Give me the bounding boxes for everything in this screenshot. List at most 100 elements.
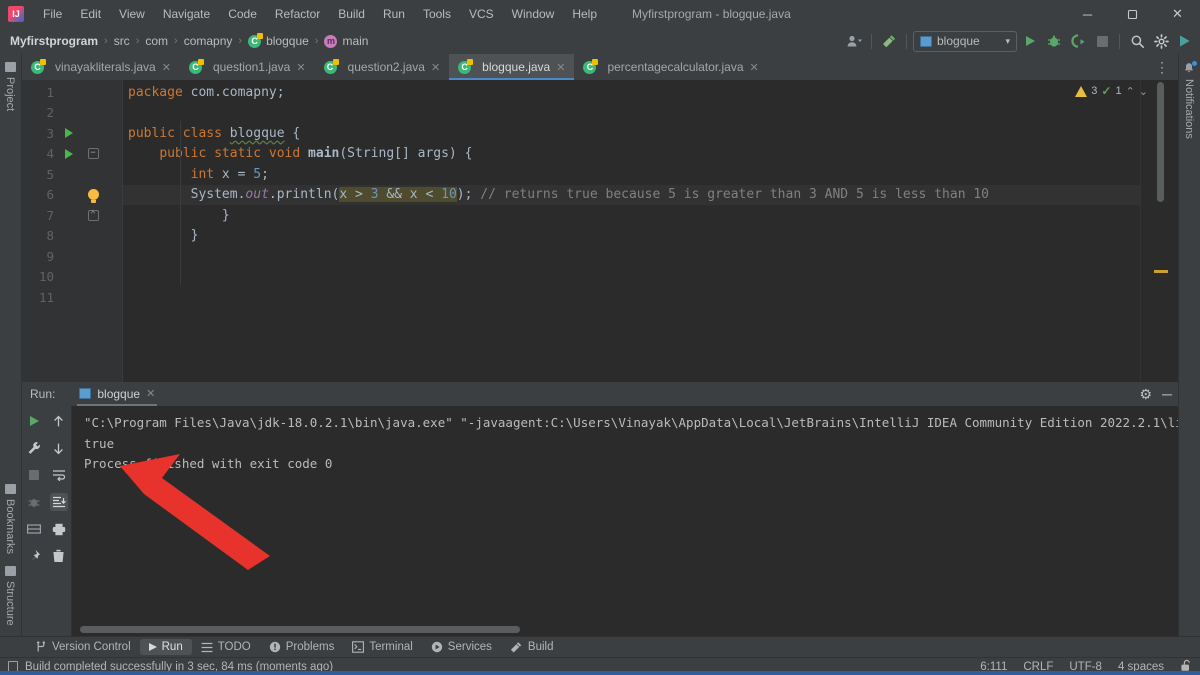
pin-tab-button[interactable]: [25, 547, 43, 565]
run-configuration-selector[interactable]: blogque ▾: [913, 30, 1017, 52]
layout-settings-button[interactable]: [25, 520, 43, 538]
menu-item-vcs[interactable]: VCS: [460, 3, 503, 25]
sidebar-item-structure[interactable]: Structure: [0, 560, 20, 632]
editor-vertical-scrollbar[interactable]: [1157, 82, 1164, 202]
tab-close-icon[interactable]: ✕: [750, 61, 759, 74]
fold-expand-button[interactable]: ⌃: [80, 209, 106, 221]
code-line-6: System. out .println(x > 3 && x < 10); // …: [122, 184, 1140, 205]
breadcrumb-src[interactable]: src: [114, 34, 130, 48]
next-occurrence-button[interactable]: [50, 439, 68, 457]
breadcrumb-method[interactable]: m main: [324, 34, 368, 48]
close-button[interactable]: ✕: [1155, 0, 1200, 28]
user-account-button[interactable]: [843, 30, 865, 52]
print-button[interactable]: [50, 520, 68, 538]
sidebar-item-project[interactable]: Project: [0, 56, 20, 117]
bottom-item-version-control[interactable]: Version Control: [26, 639, 140, 655]
token-keyword: public: [159, 146, 207, 162]
stop-process-button[interactable]: [25, 466, 43, 484]
run-tab-blogque[interactable]: blogque ✕: [73, 385, 161, 406]
breadcrumb-project[interactable]: Myfirstprogram: [10, 34, 98, 48]
menu-item-tools[interactable]: Tools: [414, 3, 460, 25]
maximize-button[interactable]: [1110, 0, 1155, 28]
bottom-item-build[interactable]: Build: [501, 639, 563, 656]
menu-item-help[interactable]: Help: [563, 3, 606, 25]
tab-close-icon[interactable]: ✕: [431, 61, 440, 74]
tab-close-icon[interactable]: ✕: [162, 61, 171, 74]
menu-item-run[interactable]: Run: [374, 3, 414, 25]
fold-collapse-button[interactable]: −: [80, 148, 106, 160]
run-minimize-button[interactable]: ─: [1162, 386, 1172, 402]
ide-updates-button[interactable]: [1174, 30, 1196, 52]
run-actions-left: [22, 406, 47, 636]
run-tool-sidebar: [22, 406, 72, 636]
editor-scrollbar-area[interactable]: [1140, 80, 1178, 407]
run-method-gutter-button[interactable]: [58, 148, 80, 159]
breadcrumb-com[interactable]: com: [145, 34, 168, 48]
bottom-item-services[interactable]: Services: [422, 639, 501, 655]
console-horizontal-scrollbar[interactable]: [80, 626, 520, 633]
next-problem-button[interactable]: ⌄: [1139, 85, 1148, 98]
token-brace: {: [292, 125, 301, 141]
scroll-to-end-button[interactable]: [49, 493, 68, 511]
debug-button[interactable]: [1043, 30, 1065, 52]
line-number: 9: [46, 248, 54, 264]
bottom-item-label: Run: [161, 641, 183, 653]
tab-close-icon[interactable]: ✕: [296, 61, 305, 74]
menu-item-refactor[interactable]: Refactor: [266, 3, 329, 25]
menu-item-code[interactable]: Code: [219, 3, 266, 25]
menu-item-edit[interactable]: Edit: [71, 3, 110, 25]
soft-wrap-button[interactable]: [50, 466, 68, 484]
branch-icon: [37, 641, 45, 652]
tab-options-icon[interactable]: ⋮: [1147, 54, 1178, 80]
menu-item-file[interactable]: File: [34, 3, 71, 25]
clear-all-button[interactable]: [50, 547, 68, 565]
warning-marker[interactable]: [1154, 270, 1168, 273]
run-button[interactable]: [1019, 30, 1041, 52]
bottom-item-terminal[interactable]: Terminal: [343, 639, 421, 655]
previous-occurrence-button[interactable]: [50, 412, 68, 430]
run-console-output[interactable]: "C:\Program Files\Java\jdk-18.0.2.1\bin\…: [72, 406, 1178, 636]
gutter-line: 3: [22, 123, 122, 144]
method-icon: m: [324, 34, 338, 48]
rerun-button[interactable]: [25, 412, 43, 430]
bottom-item-problems[interactable]: Problems: [260, 639, 344, 655]
minimize-button[interactable]: ─: [1065, 0, 1110, 28]
menu-item-build[interactable]: Build: [329, 3, 374, 25]
tab-question2[interactable]: C question2.java ✕: [315, 54, 450, 80]
run-tool-window: Run: blogque ✕ ⚙ ─ "C:\Program Files\Jav…: [22, 382, 1178, 636]
previous-problem-button[interactable]: ⌃: [1126, 85, 1135, 98]
tab-question1[interactable]: C question1.java ✕: [180, 54, 315, 80]
run-with-coverage-button[interactable]: [1067, 30, 1089, 52]
menu-item-window[interactable]: Window: [503, 3, 564, 25]
run-settings-button[interactable]: ⚙: [1140, 386, 1153, 403]
bottom-item-todo[interactable]: TODO: [192, 639, 260, 655]
code-text-area[interactable]: package com.comapny; public class blogqu…: [122, 80, 1140, 407]
code-editor[interactable]: 1 2 3 4− 5 6 7 ⌃ 8 9 10 11 package com.co…: [22, 80, 1178, 407]
breadcrumb-comapny[interactable]: comapny: [184, 34, 233, 48]
sidebar-item-notifications[interactable]: Notifications: [1179, 56, 1199, 145]
gutter-line: 9: [22, 246, 122, 267]
tab-close-icon[interactable]: ✕: [556, 61, 565, 74]
tab-percentagecalculator[interactable]: C percentagecalculator.java ✕: [574, 54, 767, 80]
menu-item-view[interactable]: View: [110, 3, 154, 25]
sidebar-item-bookmarks[interactable]: Bookmarks: [0, 478, 20, 560]
rerun-debug-button[interactable]: [25, 493, 43, 511]
menu-item-navigate[interactable]: Navigate: [154, 3, 219, 25]
editor-gutter[interactable]: 1 2 3 4− 5 6 7 ⌃ 8 9 10 11: [22, 80, 122, 407]
line-number: 2: [46, 105, 54, 121]
run-class-gutter-button[interactable]: [58, 128, 80, 139]
search-everywhere-button[interactable]: [1126, 30, 1148, 52]
settings-button[interactable]: [1150, 30, 1172, 52]
intention-bulb-button[interactable]: [80, 189, 106, 204]
inspection-widget[interactable]: 3 ✓ 1 ⌃ ⌄: [1075, 84, 1148, 98]
breadcrumb-class[interactable]: C blogque: [248, 32, 309, 48]
run-settings-wrench-button[interactable]: [25, 439, 43, 457]
class-icon: C: [323, 58, 339, 74]
stop-button[interactable]: [1091, 30, 1113, 52]
bottom-item-run[interactable]: Run: [139, 639, 192, 655]
tab-blogque[interactable]: C blogque.java ✕: [449, 54, 575, 80]
tab-vinayakliterals[interactable]: C vinayakliterals.java ✕: [22, 54, 180, 80]
run-tab-close-icon[interactable]: ✕: [146, 387, 155, 400]
build-project-button[interactable]: [878, 30, 900, 52]
